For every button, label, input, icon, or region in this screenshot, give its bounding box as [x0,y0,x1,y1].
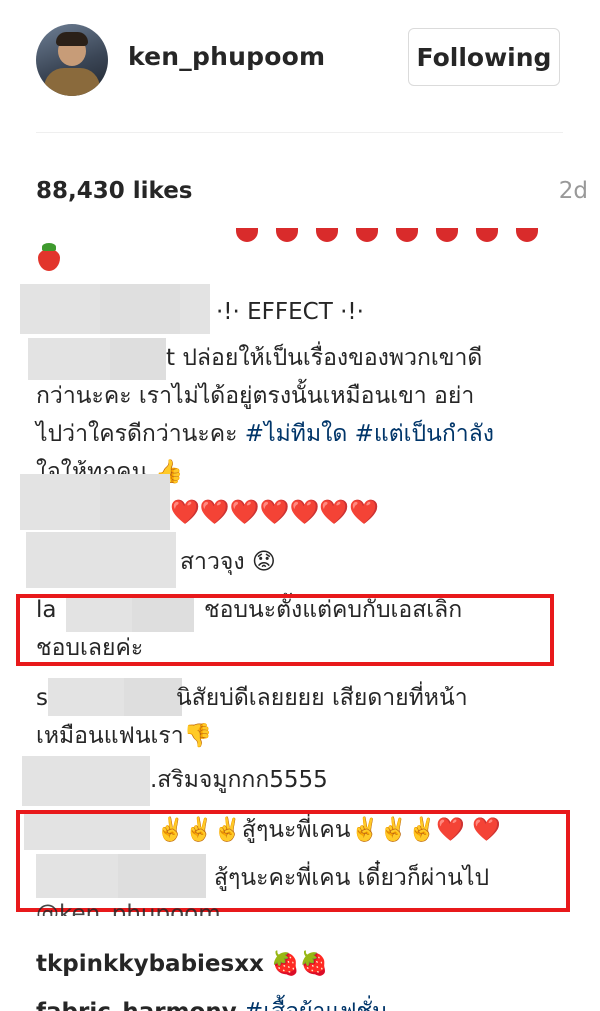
redacted-username [22,756,150,806]
avatar[interactable] [36,24,108,96]
mention-link[interactable]: @ken_phupoom [36,894,221,916]
highlight-box [16,594,554,666]
comments-list: ·!· EFFECT ·!· t ปล่อยให้เป็นเรื่องของพว… [0,228,600,1011]
list-item: ·!· EFFECT ·!· [216,299,364,325]
list-item: กว่านะคะ เราไม่ได้อยู่ตรงนั้นเหมือนเขา อ… [36,383,475,409]
list-item: fabric_harmony #เสื้อผ้าแฟชั่น [36,992,388,1011]
list-item: s [36,685,48,711]
list-item: ❤️❤️❤️❤️❤️❤️❤️ [170,498,380,526]
partial-comment-row [36,228,556,242]
post-age: 2d [558,178,588,204]
hashtag-link[interactable]: #แต่เป็นกำลัง [347,421,494,447]
list-item: เหมือนแฟนเรา👎 [36,723,213,749]
following-button[interactable]: Following [408,28,560,86]
comment-username[interactable]: fabric_harmony [36,999,237,1011]
strawberry-icon [36,243,62,271]
post-header: ken_phupoom Following [0,0,600,125]
list-item: .สริมจมูกกก5555 [150,767,328,793]
hashtag-link[interactable]: #ไม่ทีมใด [245,421,348,447]
list-item: นิสัยบ่ดีเลยยยย เสียดายที่หน้า [176,685,468,711]
hashtag-link[interactable]: #เสื้อผ้าแฟชั่น [244,999,388,1011]
list-item [36,238,66,278]
comment-username[interactable]: tkpinkkybabiesxx [36,951,264,977]
list-item: tkpinkkybabiesxx 🍓🍓 [36,951,329,977]
list-item: สาวจุง 😟 [180,549,276,575]
divider [36,132,563,133]
username[interactable]: ken_phupoom [128,42,325,71]
redacted-username [26,532,176,588]
list-item: t ปล่อยให้เป็นเรื่องของพวกเขาดี [166,345,483,371]
likes-count[interactable]: 88,430 likes [36,178,193,204]
list-item: ไปว่าใครดีกว่านะคะ #ไม่ทีมใด #แต่เป็นกำล… [36,421,494,447]
